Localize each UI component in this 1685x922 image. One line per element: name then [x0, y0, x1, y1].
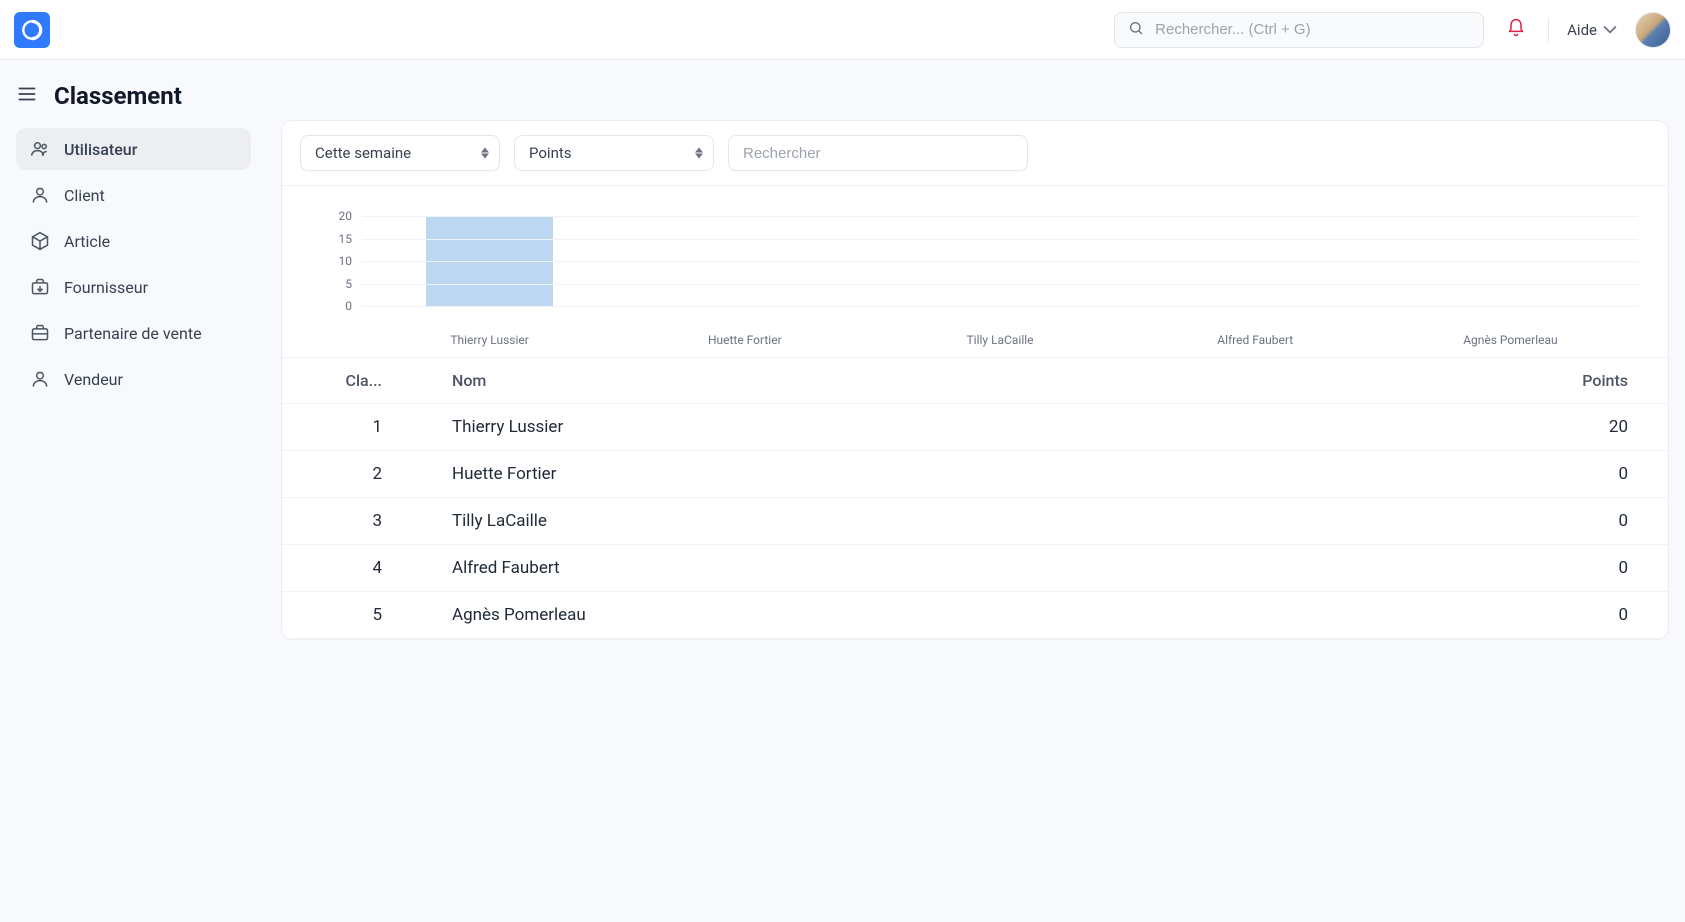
sidebar-item-label: Vendeur — [64, 370, 123, 389]
y-tick: 15 — [339, 232, 353, 246]
menu-toggle[interactable] — [16, 83, 38, 109]
help-label: Aide — [1567, 21, 1597, 39]
filter-search-input[interactable] — [728, 135, 1028, 171]
cell-name: Agnès Pomerleau — [422, 605, 1478, 625]
chart-y-axis: 05101520 — [312, 216, 362, 306]
sidebar-item-fournisseur[interactable]: Fournisseur — [16, 266, 251, 308]
table-row[interactable]: 2Huette Fortier0 — [282, 451, 1668, 498]
cell-name: Thierry Lussier — [422, 417, 1478, 437]
briefcase-icon — [30, 323, 50, 343]
sidebar-item-client[interactable]: Client — [16, 174, 251, 216]
sidebar: Utilisateur Client Article Fournisseur P… — [16, 120, 251, 640]
global-search[interactable] — [1114, 12, 1484, 48]
sidebar-item-partenaire[interactable]: Partenaire de vente — [16, 312, 251, 354]
chart-area: 0 5 10 15 20 Thierry LussierHuette FortierTi… — [282, 186, 1668, 358]
sidebar-item-utilisateur[interactable]: Utilisateur — [16, 128, 251, 170]
sidebar-item-vendeur[interactable]: Vendeur — [16, 358, 251, 400]
content-panel: Cette semaine Points 05101520 — [281, 120, 1669, 640]
page-title: Classement — [54, 82, 182, 110]
global-search-input[interactable] — [1114, 12, 1484, 48]
cell-rank: 1 — [322, 417, 422, 437]
user-avatar[interactable] — [1635, 12, 1671, 48]
x-label: Thierry Lussier — [362, 333, 617, 347]
briefcase-down-icon — [30, 277, 50, 297]
col-points-header[interactable]: Points — [1478, 371, 1628, 390]
sidebar-item-label: Article — [64, 232, 110, 251]
table-row[interactable]: 1Thierry Lussier20 — [282, 404, 1668, 451]
cell-points: 0 — [1478, 558, 1628, 578]
cell-rank: 5 — [322, 605, 422, 625]
table-row[interactable]: 5Agnès Pomerleau0 — [282, 592, 1668, 639]
cell-rank: 4 — [322, 558, 422, 578]
bell-icon — [1506, 18, 1526, 38]
table-row[interactable]: 4Alfred Faubert0 — [282, 545, 1668, 592]
y-tick: 10 — [339, 254, 353, 268]
users-icon — [30, 139, 50, 159]
leaderboard-table: Cla... Nom Points 1Thierry Lussier202Hue… — [282, 358, 1668, 639]
cell-name: Tilly LaCaille — [422, 511, 1478, 531]
x-label: Alfred Faubert — [1128, 333, 1383, 347]
sidebar-item-label: Fournisseur — [64, 278, 148, 297]
user-icon — [30, 369, 50, 389]
cell-points: 0 — [1478, 464, 1628, 484]
metric-select[interactable]: Points — [514, 135, 714, 171]
cell-rank: 3 — [322, 511, 422, 531]
sidebar-item-label: Client — [64, 186, 105, 205]
help-menu[interactable]: Aide — [1567, 21, 1617, 39]
sort-icon — [695, 148, 703, 159]
sidebar-item-label: Utilisateur — [64, 140, 137, 159]
cell-name: Huette Fortier — [422, 464, 1478, 484]
hamburger-icon — [16, 83, 38, 105]
cell-points: 0 — [1478, 605, 1628, 625]
cell-points: 0 — [1478, 511, 1628, 531]
period-select[interactable]: Cette semaine — [300, 135, 500, 171]
user-icon — [30, 185, 50, 205]
notifications-button[interactable] — [1502, 18, 1530, 42]
divider — [1548, 18, 1549, 42]
top-navbar: Aide — [0, 0, 1685, 60]
cell-points: 20 — [1478, 417, 1628, 437]
search-icon — [1128, 20, 1144, 40]
box-icon — [30, 231, 50, 251]
x-label: Huette Fortier — [617, 333, 872, 347]
page-header: Classement — [0, 60, 1685, 120]
filters-bar: Cette semaine Points — [282, 121, 1668, 186]
sidebar-item-label: Partenaire de vente — [64, 324, 202, 343]
col-rank-header[interactable]: Cla... — [322, 371, 422, 390]
sort-icon — [481, 148, 489, 159]
y-tick: 20 — [339, 209, 353, 223]
y-tick: 0 — [345, 299, 352, 313]
sidebar-item-article[interactable]: Article — [16, 220, 251, 262]
chart-x-labels: Thierry LussierHuette FortierTilly LaCai… — [362, 333, 1638, 347]
period-value: Cette semaine — [315, 144, 411, 162]
table-header: Cla... Nom Points — [282, 358, 1668, 404]
x-label: Tilly LaCaille — [872, 333, 1127, 347]
app-logo[interactable] — [14, 12, 50, 48]
col-name-header[interactable]: Nom — [422, 371, 1478, 390]
x-label: Agnès Pomerleau — [1383, 333, 1638, 347]
chevron-down-icon — [1603, 23, 1617, 37]
cell-name: Alfred Faubert — [422, 558, 1478, 578]
chart-plot — [362, 216, 1638, 306]
y-tick: 5 — [345, 277, 352, 291]
table-row[interactable]: 3Tilly LaCaille0 — [282, 498, 1668, 545]
cell-rank: 2 — [322, 464, 422, 484]
metric-value: Points — [529, 144, 572, 162]
